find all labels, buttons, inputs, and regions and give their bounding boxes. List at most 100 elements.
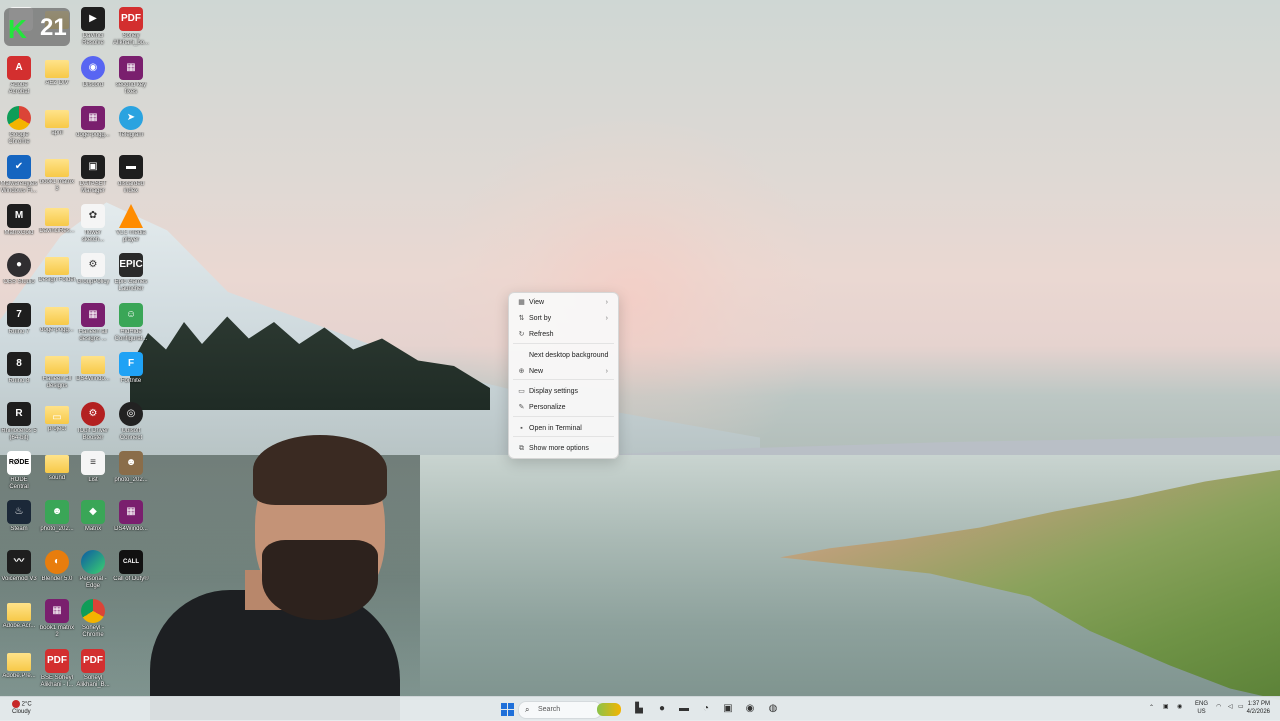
- desktop-icon-image: ◐: [45, 550, 69, 574]
- desktop-icon[interactable]: Design Folder: [38, 250, 76, 299]
- desktop-icon[interactable]: AEZ DIV: [38, 53, 76, 102]
- desktop-icon[interactable]: 7 Rhino 7: [0, 300, 38, 349]
- context-menu-item[interactable]: ▭ Display settings: [513, 384, 614, 399]
- desktop-icon-image: ✿: [81, 204, 105, 228]
- desktop-icon[interactable]: ➤ Telegram: [112, 103, 150, 152]
- folder-icon[interactable]: ▬: [676, 701, 692, 717]
- desktop-icon[interactable]: ▣ DATASET Manager: [74, 152, 112, 201]
- language-indicator[interactable]: ENG US: [1195, 700, 1208, 716]
- desktop-icon[interactable]: M MatrixGold: [0, 201, 38, 250]
- taskbar-search-box[interactable]: ⌕ Search: [518, 701, 621, 719]
- desktop-icon[interactable]: ✔ Malwarebytes Windows Fi...: [0, 152, 38, 201]
- desktop-icon[interactable]: PDF Sohey Alikhani_bo...: [112, 4, 150, 53]
- desktop-icon[interactable]: ☻ photo_202...: [38, 497, 76, 546]
- desktop-icon[interactable]: Haneen all designs: [38, 349, 76, 398]
- desktop-icon[interactable]: EPIC Epic Games Launcher: [112, 250, 150, 299]
- context-menu-item[interactable]: ✎ Personalize: [513, 400, 614, 415]
- desktop-icon-image: 〰: [7, 550, 31, 574]
- volume-icon[interactable]: ◁: [1228, 703, 1233, 711]
- desktop-icon[interactable]: ✿ flower sketch...: [74, 201, 112, 250]
- desktop-icon[interactable]: ☻ photo_202...: [112, 448, 150, 497]
- desktop-icon[interactable]: PDF BSE Soheyl Alikhani - I...: [38, 646, 76, 695]
- desktop-icon[interactable]: VLC media player: [112, 201, 150, 250]
- desktop-icon-label: doge-pogg...: [76, 132, 110, 138]
- desktop-icon-image: [45, 60, 69, 78]
- desktop-icon[interactable]: ▦ Haneen all designs ...: [74, 300, 112, 349]
- desktop-icon[interactable]: ▭ project: [38, 399, 76, 448]
- desktop-icon[interactable]: sound: [38, 448, 76, 497]
- app-icon[interactable]: ▣: [720, 701, 736, 717]
- desktop-icon[interactable]: DavinciRes...: [38, 201, 76, 250]
- context-menu-item[interactable]: ▪ Open in Terminal: [513, 421, 614, 436]
- desktop-icon-label: flower sketch...: [81, 230, 105, 243]
- context-menu-item[interactable]: Next desktop background: [513, 348, 614, 363]
- chrome-icon[interactable]: ◍: [765, 701, 781, 717]
- desktop-icon[interactable]: ◆ Matrix: [74, 497, 112, 546]
- clock[interactable]: 1:37 PM 4/2/2026: [1247, 700, 1270, 716]
- desktop-icon[interactable]: ◐ Blender 5.0: [38, 547, 76, 596]
- wallpaper-trees: [130, 316, 490, 410]
- context-menu-item[interactable]: ⊕ New ›: [513, 364, 614, 379]
- desktop-icon[interactable]: 〰 Voicemod V3: [0, 547, 38, 596]
- desktop-icon[interactable]: R Rhinoceros 5 (64-bit): [0, 399, 38, 448]
- desktop-icon-label: DaVinci Resolve: [82, 33, 104, 46]
- search-highlight-icon: [597, 703, 621, 716]
- weather-widget[interactable]: 2°C Cloudy: [12, 700, 32, 716]
- desktop-icon[interactable]: ▦ DS4Windo...: [112, 497, 150, 546]
- desktop-icon[interactable]: Personal - Edge: [74, 547, 112, 596]
- edge-icon[interactable]: ◔: [698, 701, 714, 717]
- desktop-icon[interactable]: 8 Rhino 8: [0, 349, 38, 398]
- tray-chevron-icon[interactable]: ⌃: [1149, 704, 1154, 712]
- desktop-icon[interactable]: ⚙ GroupPolicy: [74, 250, 112, 299]
- desktop-icon-image: [7, 653, 31, 671]
- desktop-icon[interactable]: ≡ List: [74, 448, 112, 497]
- desktop-icon[interactable]: Adobe.Pre...: [0, 646, 38, 695]
- desktop-icon[interactable]: ▦ doge-pogg...: [74, 103, 112, 152]
- start-button[interactable]: [499, 701, 515, 717]
- desktop-icon-label: project: [47, 426, 66, 432]
- desktop-icon-label: Malwarebytes Windows Fi...: [0, 181, 38, 194]
- battery-icon[interactable]: ▭: [1238, 703, 1244, 711]
- desktop-icon[interactable]: RØDE RODE Central: [0, 448, 38, 497]
- file-explorer-icon[interactable]: ▙: [631, 701, 647, 717]
- tray-app-icon[interactable]: ▣: [1163, 703, 1169, 711]
- spotify-icon[interactable]: ◉: [742, 701, 758, 717]
- desktop-icon[interactable]: ▦ book1 matrix 2: [38, 596, 76, 645]
- desktop-icon[interactable]: april: [38, 103, 76, 152]
- context-menu-item[interactable]: ⇅ Sort by ›: [513, 311, 614, 326]
- desktop-icon[interactable]: ● OBS Studio: [0, 250, 38, 299]
- desktop-icon[interactable]: DS4Windo...: [74, 349, 112, 398]
- desktop-icon-image: ▶: [81, 7, 105, 31]
- wifi-icon[interactable]: ◠: [1216, 703, 1221, 711]
- desktop-icon[interactable]: Soheyl - Chrome: [74, 596, 112, 645]
- tray-app-icon[interactable]: ◉: [1177, 703, 1182, 711]
- desktop-icon-image: [45, 356, 69, 374]
- desktop-icon[interactable]: ◉ Discord: [74, 53, 112, 102]
- desktop-icon[interactable]: CALL OF DUTY Call of Duty®: [112, 547, 150, 596]
- desktop-icon[interactable]: ◎ Ubisoft Connect: [112, 399, 150, 448]
- context-menu-item[interactable]: ⧉ Show more options: [513, 441, 614, 456]
- obs-icon[interactable]: ●: [654, 701, 670, 717]
- desktop-icon[interactable]: ♨ Steam: [0, 497, 38, 546]
- desktop-icon[interactable]: ☺ HidHide Configurat...: [112, 300, 150, 349]
- desktop-icon[interactable]: ⚙ IObit Driver Booster: [74, 399, 112, 448]
- desktop-icon[interactable]: ▬ discarded index: [112, 152, 150, 201]
- desktop-icon-label: RODE Central: [9, 477, 29, 490]
- desktop-icon[interactable]: Adobe.Acr...: [0, 596, 38, 645]
- submenu-chevron-icon: ›: [605, 299, 608, 306]
- desktop-icon[interactable]: book1 matrix 3: [38, 152, 76, 201]
- person-beard: [262, 540, 378, 620]
- context-menu-item[interactable]: ↻ Refresh: [513, 327, 614, 342]
- desktop-icon[interactable]: doge-pogg...: [38, 300, 76, 349]
- context-menu-item[interactable]: ▦ View ›: [513, 295, 614, 310]
- desktop-icon[interactable]: ▦ second key fixes: [112, 53, 150, 102]
- desktop-icon-label: Haneen all designs ...: [78, 329, 108, 342]
- desktop-icon[interactable]: F Fortnite: [112, 349, 150, 398]
- desktop-icon[interactable]: ▶ DaVinci Resolve: [74, 4, 112, 53]
- desktop-icon[interactable]: A Adobe Acrobat: [0, 53, 38, 102]
- desktop-icon-image: [81, 550, 105, 574]
- desktop-icon[interactable]: Google Chrome: [0, 103, 38, 152]
- desktop-icon[interactable]: PDF Soheyl Alikhani_B...: [74, 646, 112, 695]
- desktop-icon-image: ◉: [81, 56, 105, 80]
- menu-item-label: Show more options: [529, 445, 589, 452]
